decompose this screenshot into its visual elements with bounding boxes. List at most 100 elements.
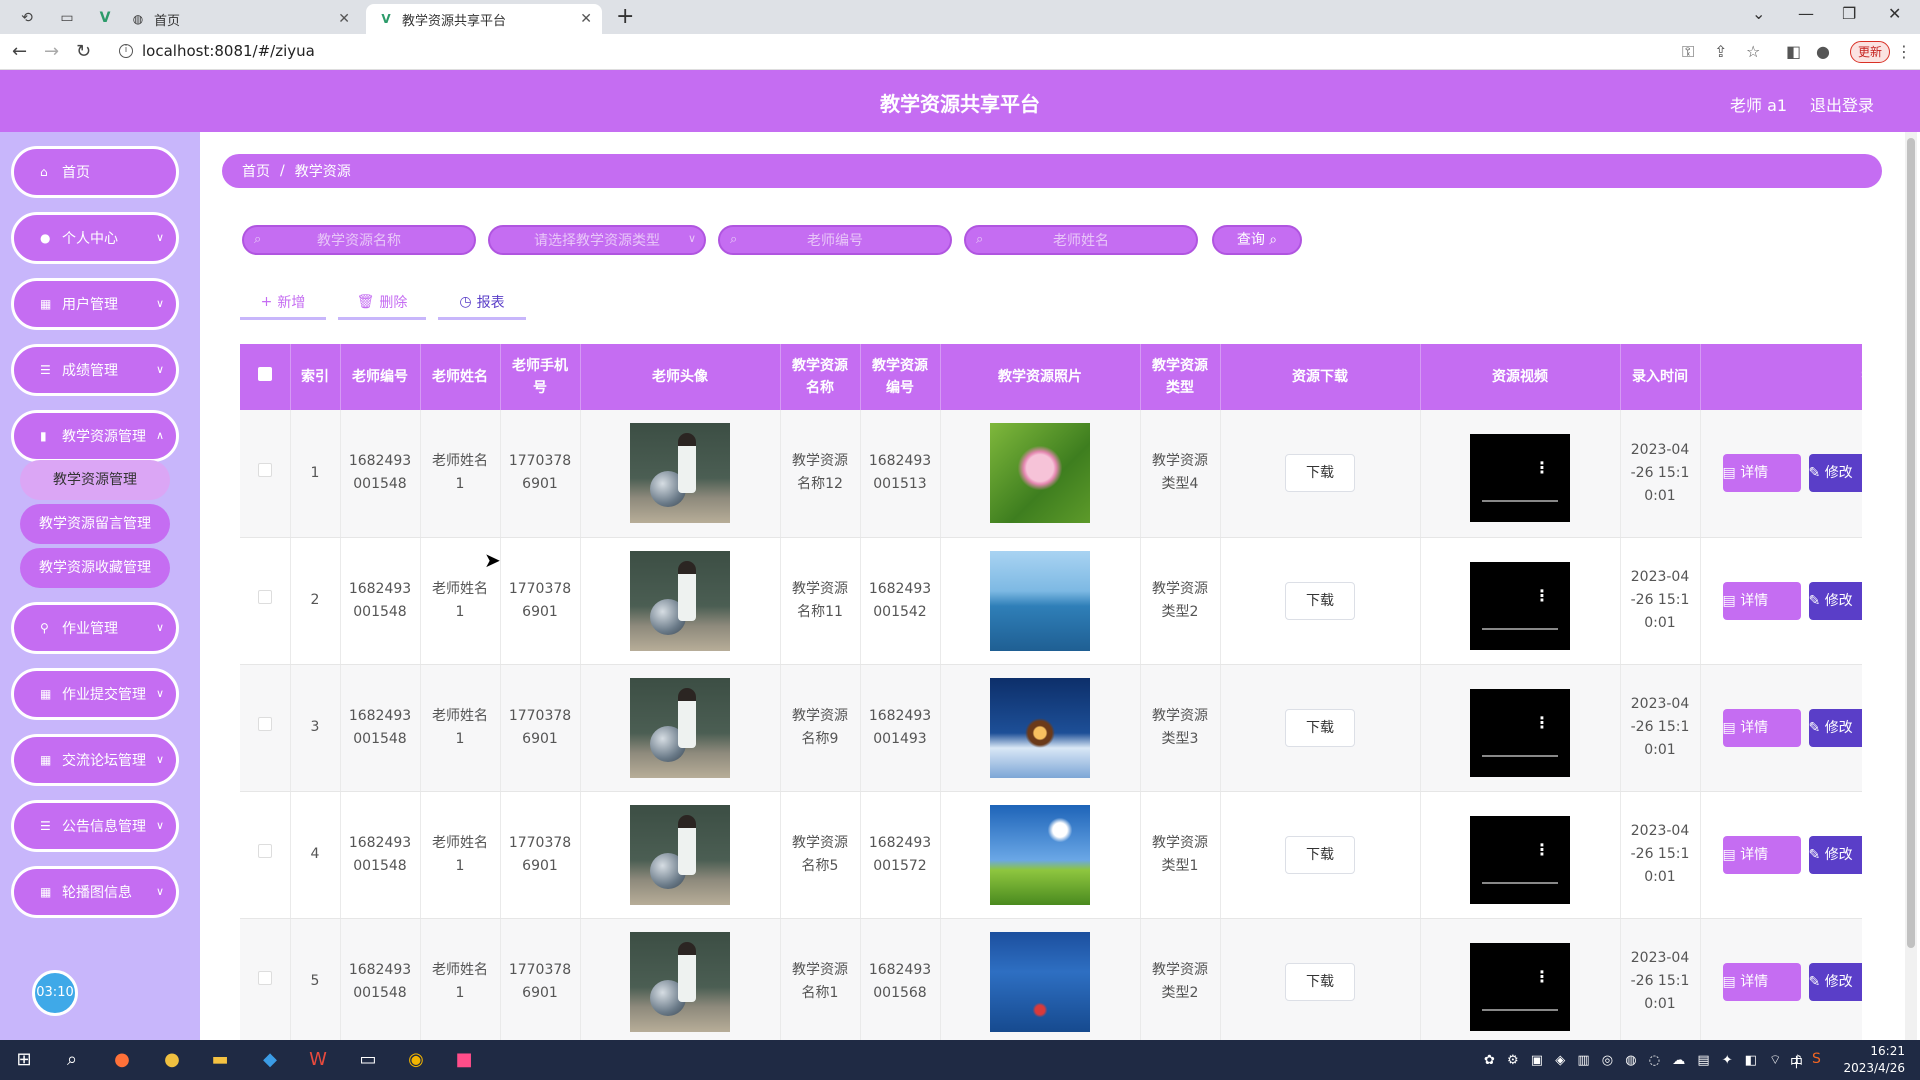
row-checkbox[interactable] bbox=[240, 791, 291, 919]
video-menu-icon[interactable]: ⋮ bbox=[1534, 965, 1550, 988]
scrollbar-thumb[interactable] bbox=[1907, 138, 1915, 948]
sidebar-item-home[interactable]: ⌂ 首页 bbox=[11, 146, 179, 198]
file-explorer-icon[interactable]: ▬ bbox=[208, 1048, 232, 1072]
teacher-avatar-image[interactable] bbox=[630, 804, 730, 905]
resource-video-player[interactable]: ⋮ bbox=[1470, 561, 1570, 650]
sidebar-item-users[interactable]: ▦ 用户管理 ∨ bbox=[11, 278, 179, 330]
teacher-avatar-image[interactable] bbox=[630, 423, 730, 524]
teacher-name-input[interactable]: ⌕ 老师姓名 bbox=[964, 225, 1198, 255]
cell-res-photo[interactable] bbox=[940, 410, 1141, 538]
windows-start-icon[interactable]: ⊞ bbox=[12, 1048, 36, 1072]
app-icon[interactable]: ● bbox=[160, 1048, 184, 1072]
edit-button[interactable]: ✎ 修改 bbox=[1808, 581, 1862, 620]
system-tray-icons[interactable]: ✿ ⚙ ▣ ◈ ▥ ◎ ◍ ◌ ☁ ▤ ✦ ◧ ⌔ ♪ bbox=[1484, 1052, 1806, 1068]
url-field[interactable]: localhost:8081/#/ziyua bbox=[142, 42, 315, 60]
forward-icon[interactable]: → bbox=[44, 41, 59, 62]
sidebar-item-profile[interactable]: ● 个人中心 ∨ bbox=[11, 212, 179, 264]
jetbrains-icon[interactable]: ■ bbox=[452, 1048, 476, 1072]
close-icon[interactable]: ✕ bbox=[338, 11, 350, 27]
sogou-icon[interactable]: S bbox=[1812, 1051, 1821, 1067]
logout-link[interactable]: 退出登录 bbox=[1810, 92, 1874, 116]
ime-indicator[interactable]: 中 bbox=[1790, 1052, 1803, 1071]
search-icon[interactable]: ⌕ bbox=[60, 1048, 84, 1072]
video-menu-icon[interactable]: ⋮ bbox=[1534, 711, 1550, 734]
profile-icon[interactable]: ● bbox=[1816, 42, 1830, 61]
sidepanel-icon[interactable]: ◧ bbox=[1786, 42, 1801, 61]
submenu-resource-comments[interactable]: 教学资源留言管理 bbox=[20, 504, 170, 544]
minimize-icon[interactable]: — bbox=[1798, 4, 1814, 23]
pinned-tab-icon[interactable]: ⟲ bbox=[14, 6, 40, 30]
vscode-icon[interactable]: ◆ bbox=[258, 1048, 282, 1072]
query-button[interactable]: 查询 ⌕ bbox=[1212, 225, 1302, 255]
resource-type-select[interactable]: 请选择教学资源类型 ∨ bbox=[488, 225, 706, 255]
sidebar-item-grades[interactable]: ☰ 成绩管理 ∨ bbox=[11, 344, 179, 396]
submenu-resource-favorites[interactable]: 教学资源收藏管理 bbox=[20, 548, 170, 588]
select-all-checkbox[interactable] bbox=[240, 344, 291, 410]
cell-teacher-avatar[interactable] bbox=[580, 410, 781, 538]
resource-photo-image[interactable] bbox=[990, 804, 1090, 905]
menu-icon[interactable]: ⋮ bbox=[1896, 42, 1912, 61]
teacher-no-input[interactable]: ⌕ 老师编号 bbox=[718, 225, 952, 255]
window-close-icon[interactable]: ✕ bbox=[1888, 4, 1901, 23]
taskbar-time[interactable]: 16:21 bbox=[1845, 1044, 1905, 1058]
firefox-icon[interactable]: ● bbox=[110, 1048, 134, 1072]
download-button[interactable]: 下载 bbox=[1285, 454, 1355, 493]
resource-photo-image[interactable] bbox=[990, 423, 1090, 524]
edit-button[interactable]: ✎ 修改 bbox=[1808, 962, 1862, 1001]
row-checkbox[interactable] bbox=[240, 664, 291, 792]
row-checkbox[interactable] bbox=[240, 537, 291, 665]
cell-res-photo[interactable] bbox=[940, 791, 1141, 919]
download-button[interactable]: 下载 bbox=[1285, 835, 1355, 874]
detail-button[interactable]: ▤ 详情 bbox=[1722, 835, 1801, 874]
browser-tab[interactable]: ◍ 首页 ✕ bbox=[130, 4, 360, 34]
cell-teacher-avatar[interactable] bbox=[580, 918, 781, 1040]
row-checkbox[interactable] bbox=[240, 410, 291, 538]
cell-res-photo[interactable] bbox=[940, 664, 1141, 792]
chrome-icon[interactable]: ◉ bbox=[404, 1048, 428, 1072]
pinned-tab-vue-icon[interactable]: V bbox=[92, 6, 118, 30]
sidebar-item-forum[interactable]: ▦ 交流论坛管理 ∨ bbox=[11, 734, 179, 786]
edit-button[interactable]: ✎ 修改 bbox=[1808, 454, 1862, 493]
teacher-avatar-image[interactable] bbox=[630, 550, 730, 651]
resource-video-player[interactable]: ⋮ bbox=[1470, 434, 1570, 523]
cell-teacher-avatar[interactable] bbox=[580, 537, 781, 665]
resource-photo-image[interactable] bbox=[990, 677, 1090, 778]
resource-video-player[interactable]: ⋮ bbox=[1470, 942, 1570, 1031]
page-scrollbar[interactable] bbox=[1905, 132, 1917, 1040]
sidebar-item-homework[interactable]: ⚲ 作业管理 ∨ bbox=[11, 602, 179, 654]
resource-video-player[interactable]: ⋮ bbox=[1470, 688, 1570, 777]
terminal-icon[interactable]: ▭ bbox=[356, 1048, 380, 1072]
sidebar-item-resources[interactable]: ▮ 教学资源管理 ∧ bbox=[11, 410, 179, 462]
resource-photo-image[interactable] bbox=[990, 931, 1090, 1032]
teacher-avatar-image[interactable] bbox=[630, 677, 730, 778]
taskbar-date[interactable]: 2023/4/26 bbox=[1835, 1061, 1905, 1075]
submenu-resource-manage[interactable]: 教学资源管理 bbox=[20, 460, 170, 500]
new-tab-icon[interactable]: + bbox=[616, 4, 634, 29]
download-button[interactable]: 下载 bbox=[1285, 581, 1355, 620]
back-icon[interactable]: ← bbox=[12, 41, 27, 62]
sidebar-item-notices[interactable]: ☰ 公告信息管理 ∨ bbox=[11, 800, 179, 852]
edit-button[interactable]: ✎ 修改 bbox=[1808, 708, 1862, 747]
download-button[interactable]: 下载 bbox=[1285, 962, 1355, 1001]
browser-tab-active[interactable]: V 教学资源共享平台 ✕ bbox=[366, 4, 602, 34]
bookmark-star-icon[interactable]: ☆ bbox=[1746, 42, 1760, 61]
detail-button[interactable]: ▤ 详情 bbox=[1722, 581, 1801, 620]
breadcrumb-home[interactable]: 首页 bbox=[242, 161, 270, 181]
resource-video-player[interactable]: ⋮ bbox=[1470, 815, 1570, 904]
wps-icon[interactable]: W bbox=[306, 1048, 330, 1072]
add-button[interactable]: + 新增 bbox=[240, 286, 326, 320]
close-icon[interactable]: ✕ bbox=[580, 11, 592, 27]
report-button[interactable]: ◷ 报表 bbox=[438, 286, 526, 320]
video-menu-icon[interactable]: ⋮ bbox=[1534, 456, 1550, 479]
resource-photo-image[interactable] bbox=[990, 550, 1090, 651]
edit-button[interactable]: ✎ 修改 bbox=[1808, 835, 1862, 874]
download-button[interactable]: 下载 bbox=[1285, 708, 1355, 747]
cell-teacher-avatar[interactable] bbox=[580, 791, 781, 919]
detail-button[interactable]: ▤ 详情 bbox=[1722, 708, 1801, 747]
row-checkbox[interactable] bbox=[240, 918, 291, 1040]
reload-icon[interactable]: ↻ bbox=[76, 41, 91, 62]
cell-res-photo[interactable] bbox=[940, 918, 1141, 1040]
teacher-avatar-image[interactable] bbox=[630, 931, 730, 1032]
detail-button[interactable]: ▤ 详情 bbox=[1722, 962, 1801, 1001]
resource-name-input[interactable]: ⌕ 教学资源名称 bbox=[242, 225, 476, 255]
